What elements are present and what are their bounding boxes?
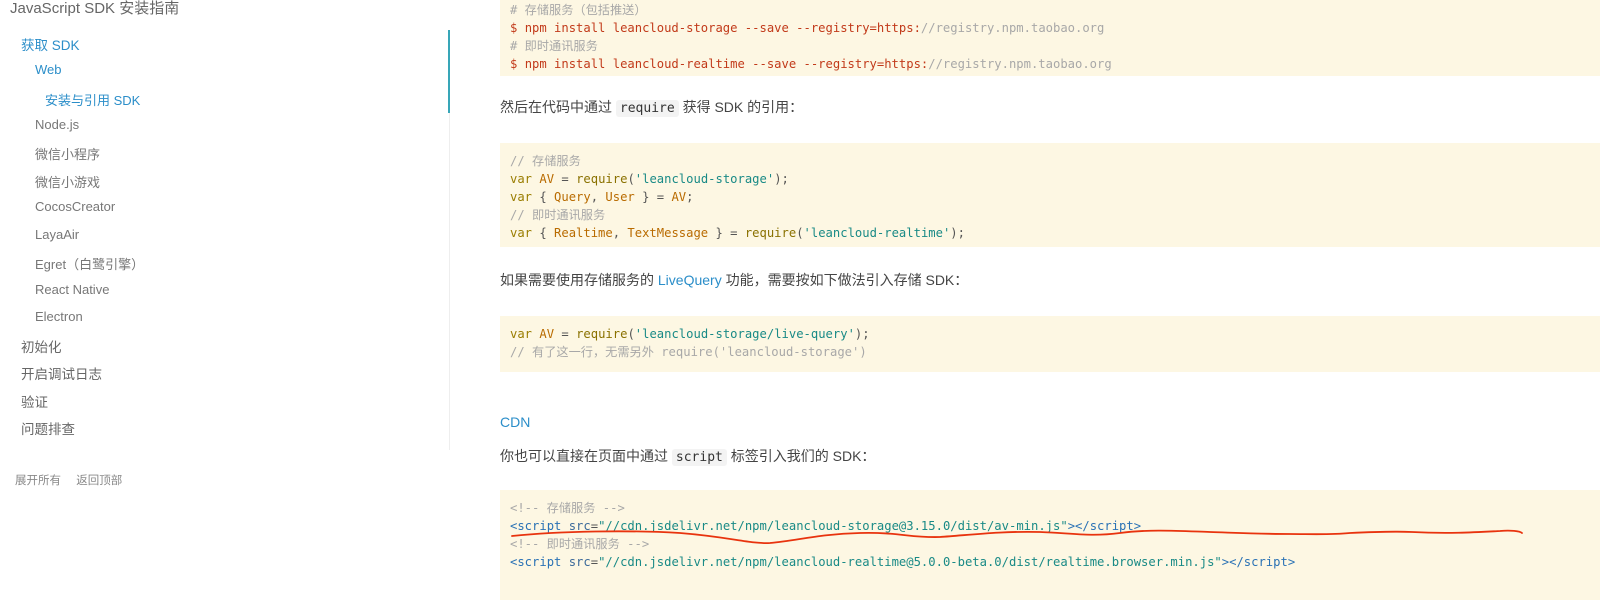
toc-item-electron[interactable]: Electron bbox=[35, 309, 83, 324]
code-block-cdn: <!-- 存储服务 --> <script src="//cdn.jsdeliv… bbox=[500, 490, 1600, 600]
toc-item-layaair[interactable]: LayaAir bbox=[35, 227, 79, 242]
inline-code-script: script bbox=[671, 449, 727, 466]
paragraph-script-tag: 你也可以直接在页面中通过 script 标签引入我们的 SDK： bbox=[500, 448, 876, 466]
code-comment: # 即时通讯服务 bbox=[510, 39, 598, 53]
toc-footer: 展开所有 返回顶部 bbox=[15, 472, 134, 488]
toc-active-indicator bbox=[448, 30, 450, 113]
paragraph-livequery: 如果需要使用存储服务的 LiveQuery 功能，需要按如下做法引入存储 SDK… bbox=[500, 272, 969, 288]
toc-title: JavaScript SDK 安装指南 bbox=[10, 0, 180, 17]
toc-item-wechat-minigame[interactable]: 微信小游戏 bbox=[35, 172, 100, 191]
toc-item-verify[interactable]: 验证 bbox=[21, 391, 48, 411]
toc-list: 获取 SDK Web 安装与引用 SDK Node.js 微信小程序 微信小游戏… bbox=[0, 30, 450, 450]
toc-item-react-native[interactable]: React Native bbox=[35, 282, 109, 297]
toc-item-init[interactable]: 初始化 bbox=[21, 336, 62, 356]
toc-item-troubleshoot[interactable]: 问题排查 bbox=[21, 418, 75, 438]
toc-item-wechat-miniprogram[interactable]: 微信小程序 bbox=[35, 144, 100, 163]
back-to-top-link[interactable]: 返回顶部 bbox=[76, 475, 122, 487]
code-comment: # 存储服务（包括推送） bbox=[510, 3, 647, 17]
doc-content: # 存储服务（包括推送） $ npm install leancloud-sto… bbox=[500, 0, 1600, 600]
toc-sidebar: JavaScript SDK 安装指南 获取 SDK Web 安装与引用 SDK… bbox=[0, 0, 450, 600]
expand-all-link[interactable]: 展开所有 bbox=[15, 475, 61, 487]
toc-item-egret[interactable]: Egret（白鹭引擎） bbox=[35, 254, 144, 273]
paragraph-require: 然后在代码中通过 require 获得 SDK 的引用： bbox=[500, 99, 804, 117]
toc-item-web[interactable]: Web bbox=[35, 62, 62, 77]
toc-item-cocoscreator[interactable]: CocosCreator bbox=[35, 199, 115, 214]
code-block-require: // 存储服务 var AV = require('leancloud-stor… bbox=[500, 143, 1600, 247]
livequery-link[interactable]: LiveQuery bbox=[658, 272, 722, 288]
code-block-npm-install: # 存储服务（包括推送） $ npm install leancloud-sto… bbox=[500, 0, 1600, 76]
code-block-livequery: var AV = require('leancloud-storage/live… bbox=[500, 316, 1600, 372]
cdn-heading[interactable]: CDN bbox=[500, 414, 530, 430]
toc-item-get-sdk[interactable]: 获取 SDK bbox=[21, 34, 80, 54]
inline-code-require: require bbox=[615, 100, 679, 117]
toc-item-nodejs[interactable]: Node.js bbox=[35, 117, 79, 132]
toc-item-debug-log[interactable]: 开启调试日志 bbox=[21, 363, 102, 383]
toc-item-install-sdk[interactable]: 安装与引用 SDK bbox=[45, 90, 140, 109]
